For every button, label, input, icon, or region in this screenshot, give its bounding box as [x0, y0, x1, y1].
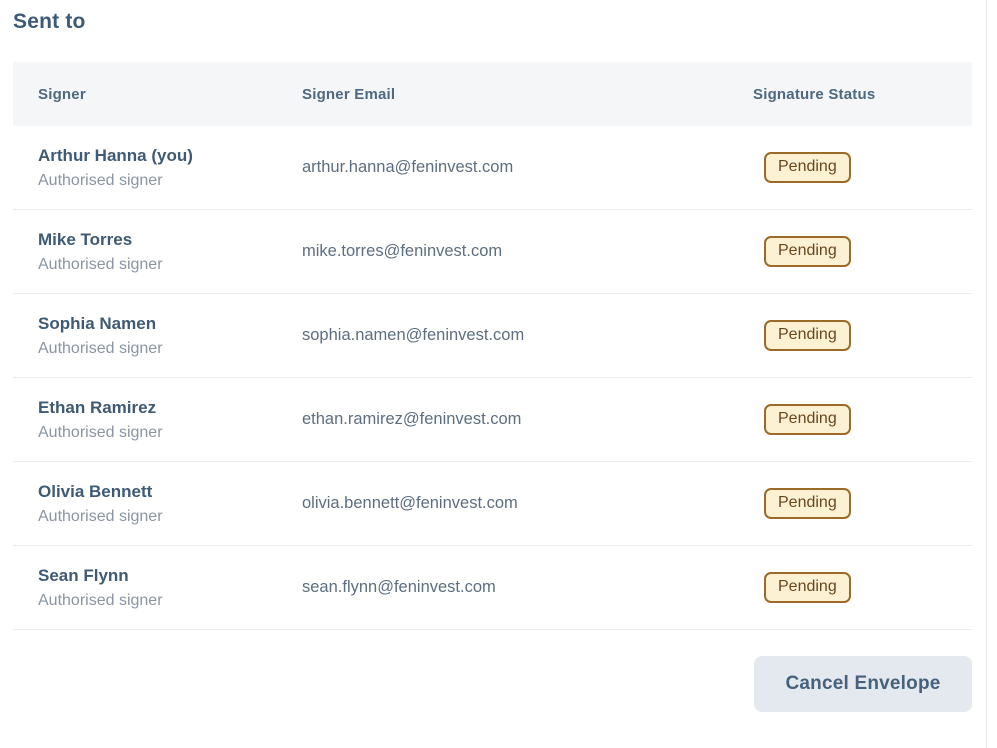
status-badge: Pending: [764, 152, 851, 183]
signature-status-cell: Pending: [753, 572, 972, 603]
signature-status-cell: Pending: [753, 320, 972, 351]
signers-table-body: Arthur Hanna (you) Authorised signer art…: [13, 126, 972, 630]
table-row: Mike Torres Authorised signer mike.torre…: [13, 210, 972, 294]
signer-cell: Sophia Namen Authorised signer: [13, 314, 302, 358]
signer-role: Authorised signer: [38, 340, 302, 358]
signer-email: arthur.hanna@feninvest.com: [302, 158, 753, 177]
status-badge: Pending: [764, 572, 851, 603]
signer-email: sophia.namen@feninvest.com: [302, 326, 753, 345]
status-badge: Pending: [764, 404, 851, 435]
signer-name: Olivia Bennett: [38, 482, 302, 502]
signer-cell: Ethan Ramirez Authorised signer: [13, 398, 302, 442]
signer-role: Authorised signer: [38, 592, 302, 610]
status-badge: Pending: [764, 488, 851, 519]
signer-role: Authorised signer: [38, 424, 302, 442]
signers-table: Signer Signer Email Signature Status Art…: [13, 62, 972, 630]
cancel-envelope-button[interactable]: Cancel Envelope: [754, 656, 972, 712]
signers-table-header: Signer Signer Email Signature Status: [13, 62, 972, 126]
signature-status-cell: Pending: [753, 404, 972, 435]
signature-status-cell: Pending: [753, 488, 972, 519]
signer-cell: Sean Flynn Authorised signer: [13, 566, 302, 610]
column-header-signature-status: Signature Status: [753, 86, 972, 103]
table-row: Sean Flynn Authorised signer sean.flynn@…: [13, 546, 972, 630]
signer-name: Mike Torres: [38, 230, 302, 250]
table-row: Sophia Namen Authorised signer sophia.na…: [13, 294, 972, 378]
signer-role: Authorised signer: [38, 508, 302, 526]
signature-status-cell: Pending: [753, 236, 972, 267]
table-row: Olivia Bennett Authorised signer olivia.…: [13, 462, 972, 546]
column-header-signer-email: Signer Email: [302, 86, 753, 103]
vertical-divider: [986, 0, 987, 748]
column-header-signer: Signer: [13, 86, 302, 103]
signature-status-cell: Pending: [753, 152, 972, 183]
signer-name: Arthur Hanna (you): [38, 146, 302, 166]
signer-email: mike.torres@feninvest.com: [302, 242, 753, 261]
table-row: Arthur Hanna (you) Authorised signer art…: [13, 126, 972, 210]
signer-name: Sean Flynn: [38, 566, 302, 586]
status-badge: Pending: [764, 320, 851, 351]
signer-role: Authorised signer: [38, 256, 302, 274]
table-footer: Cancel Envelope: [13, 656, 972, 712]
status-badge: Pending: [764, 236, 851, 267]
signer-cell: Olivia Bennett Authorised signer: [13, 482, 302, 526]
signer-cell: Arthur Hanna (you) Authorised signer: [13, 146, 302, 190]
envelope-status-panel: Sent to Signer Signer Email Signature St…: [0, 0, 997, 748]
signer-email: sean.flynn@feninvest.com: [302, 578, 753, 597]
signer-email: olivia.bennett@feninvest.com: [302, 494, 753, 513]
sent-to-section: Sent to Signer Signer Email Signature St…: [13, 10, 972, 712]
signer-name: Sophia Namen: [38, 314, 302, 334]
signer-cell: Mike Torres Authorised signer: [13, 230, 302, 274]
signer-role: Authorised signer: [38, 172, 302, 190]
page-title: Sent to: [13, 10, 972, 34]
signer-email: ethan.ramirez@feninvest.com: [302, 410, 753, 429]
signer-name: Ethan Ramirez: [38, 398, 302, 418]
table-row: Ethan Ramirez Authorised signer ethan.ra…: [13, 378, 972, 462]
